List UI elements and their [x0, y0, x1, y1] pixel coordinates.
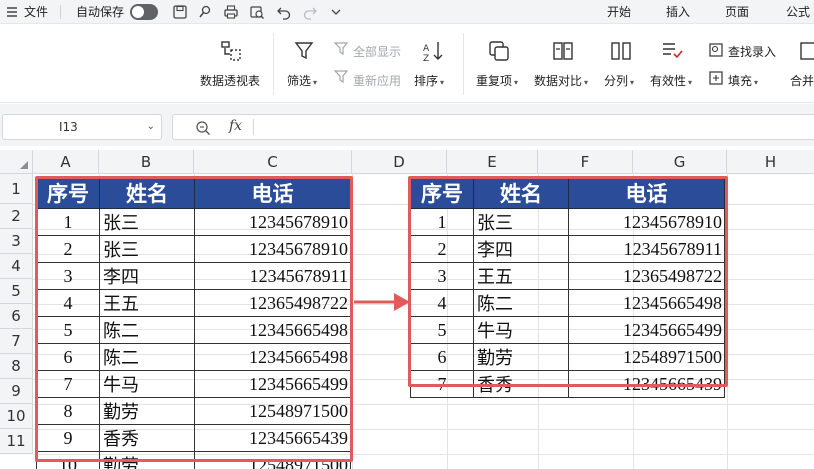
- autosave-label: 自动保存: [76, 5, 125, 19]
- spreadsheet-grid[interactable]: A B C D E F G H 1 2 3 4 5 6 7 8 9 10 11 …: [0, 150, 814, 469]
- file-menu[interactable]: 文件: [24, 0, 48, 24]
- merge-button[interactable]: 合并: [790, 72, 814, 89]
- pivot-table-icon[interactable]: [219, 39, 243, 63]
- formula-input[interactable]: fx: [172, 114, 814, 140]
- column-header-c[interactable]: C: [194, 150, 352, 174]
- highlight-frame-source: [35, 176, 353, 462]
- divider: [463, 33, 464, 95]
- chevron-down-icon[interactable]: ⌄: [147, 115, 155, 139]
- data-compare-button[interactable]: 数据对比 ▾: [534, 72, 588, 89]
- reapply-icon: [333, 70, 349, 84]
- select-all-corner[interactable]: [0, 150, 33, 174]
- highlight-frame-result: [408, 176, 728, 387]
- ribbon: 数据透视表 筛选 ▾ 全部显示 重新应用 AZ 排序 ▾ 重复项 ▾ 数据对比 ▾ 分列…: [0, 25, 814, 103]
- fill-icon: [709, 71, 723, 85]
- divider: [253, 119, 254, 135]
- formula-bar: I13 ⌄ fx: [0, 104, 814, 146]
- cell-reference: I13: [59, 120, 78, 134]
- filter-icon[interactable]: [292, 39, 316, 63]
- row-header-9[interactable]: 9: [0, 379, 33, 404]
- save-icon[interactable]: [172, 4, 188, 20]
- duplicates-button[interactable]: 重复项 ▾: [476, 72, 518, 89]
- print-icon[interactable]: [223, 4, 239, 20]
- find-entry-button[interactable]: 查找录入: [728, 43, 776, 60]
- column-header-e[interactable]: E: [447, 150, 538, 174]
- data-compare-icon[interactable]: [551, 39, 575, 63]
- divider: [60, 5, 61, 19]
- menu-icon[interactable]: [6, 6, 18, 18]
- arrow-right-icon: [354, 293, 410, 311]
- column-header-d[interactable]: D: [352, 150, 447, 174]
- zoom-icon[interactable]: [195, 120, 211, 136]
- column-header-a[interactable]: A: [33, 150, 99, 174]
- row-header-8[interactable]: 8: [0, 354, 33, 379]
- title-bar: 文件 自动保存 开始 插入 页面 公式: [0, 0, 814, 24]
- column-header-b[interactable]: B: [99, 150, 194, 174]
- divider: [273, 33, 274, 95]
- svg-text:Z: Z: [423, 54, 429, 63]
- row-header-1[interactable]: 1: [0, 174, 33, 204]
- chevron-down-icon[interactable]: [328, 4, 344, 20]
- svg-text:A: A: [423, 44, 430, 54]
- duplicates-icon[interactable]: [487, 39, 511, 63]
- column-header-g[interactable]: G: [633, 150, 727, 174]
- brush-icon[interactable]: [197, 4, 213, 20]
- validity-button[interactable]: 有效性 ▾: [650, 72, 692, 89]
- merge-icon[interactable]: [798, 39, 814, 63]
- show-all-button[interactable]: 全部显示: [353, 43, 401, 60]
- redo-icon[interactable]: [302, 4, 318, 20]
- row-header-4[interactable]: 4: [0, 254, 33, 279]
- split-columns-icon[interactable]: [609, 39, 633, 63]
- row-header-10[interactable]: 10: [0, 404, 33, 429]
- fill-button[interactable]: 填充 ▾: [728, 72, 758, 89]
- tab-formula[interactable]: 公式: [786, 0, 810, 24]
- row-header-3[interactable]: 3: [0, 229, 33, 254]
- column-header-h[interactable]: H: [727, 150, 814, 174]
- column-header-f[interactable]: F: [538, 150, 633, 174]
- row-header-7[interactable]: 7: [0, 329, 33, 354]
- fx-icon[interactable]: fx: [229, 118, 242, 134]
- row-header-2[interactable]: 2: [0, 204, 33, 229]
- row-header-6[interactable]: 6: [0, 304, 33, 329]
- validity-icon[interactable]: [660, 39, 684, 63]
- row-header-11[interactable]: 11: [0, 429, 33, 454]
- show-all-icon: [333, 42, 349, 56]
- tab-page[interactable]: 页面: [725, 0, 749, 24]
- tab-insert[interactable]: 插入: [666, 0, 690, 24]
- filter-button[interactable]: 筛选 ▾: [287, 72, 317, 89]
- find-entry-icon: [709, 43, 723, 57]
- autosave-toggle[interactable]: [130, 4, 158, 20]
- undo-icon[interactable]: [276, 4, 292, 20]
- pivot-table-button[interactable]: 数据透视表: [200, 72, 260, 89]
- name-box[interactable]: I13 ⌄: [2, 114, 162, 140]
- print-preview-icon[interactable]: [249, 4, 265, 20]
- tab-home[interactable]: 开始: [607, 0, 631, 24]
- reapply-button[interactable]: 重新应用: [353, 72, 401, 89]
- sort-icon[interactable]: AZ: [421, 39, 445, 63]
- row-header-5[interactable]: 5: [0, 279, 33, 304]
- split-columns-button[interactable]: 分列 ▾: [604, 72, 634, 89]
- sort-button[interactable]: 排序 ▾: [414, 72, 444, 89]
